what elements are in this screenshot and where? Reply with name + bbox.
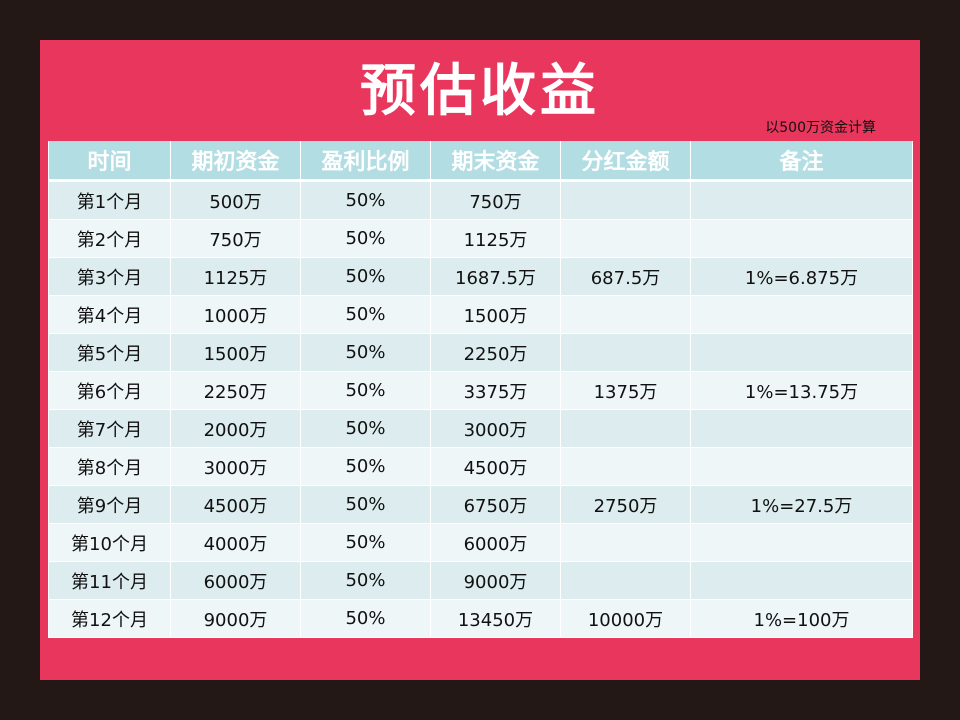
table-row: 第6个月 2250万 50% 3375万 1375万 1%=13.75万 bbox=[48, 371, 913, 410]
cell-time: 第7个月 bbox=[48, 409, 171, 448]
cell-profit-ratio: 50% bbox=[300, 257, 431, 296]
table-row: 第8个月 3000万 50% 4500万 bbox=[48, 447, 913, 486]
cell-opening-capital: 1125万 bbox=[170, 257, 301, 296]
cell-dividend bbox=[560, 295, 691, 334]
cell-opening-capital: 4500万 bbox=[170, 485, 301, 524]
table-row: 第11个月 6000万 50% 9000万 bbox=[48, 561, 913, 600]
cell-time: 第1个月 bbox=[48, 180, 171, 220]
table-header-row: 时间 期初资金 盈利比例 期末资金 分红金额 备注 bbox=[48, 141, 913, 182]
cell-opening-capital: 2250万 bbox=[170, 371, 301, 410]
cell-closing-capital: 2250万 bbox=[430, 333, 561, 372]
col-closing-capital-header: 期末资金 bbox=[430, 141, 561, 182]
cell-remarks: 1%=13.75万 bbox=[690, 371, 913, 410]
cell-profit-ratio: 50% bbox=[300, 523, 431, 562]
cell-closing-capital: 9000万 bbox=[430, 561, 561, 600]
cell-closing-capital: 3375万 bbox=[430, 371, 561, 410]
table-row: 第10个月 4000万 50% 6000万 bbox=[48, 523, 913, 562]
cell-opening-capital: 4000万 bbox=[170, 523, 301, 562]
cell-profit-ratio: 50% bbox=[300, 333, 431, 372]
cell-opening-capital: 1500万 bbox=[170, 333, 301, 372]
cell-remarks: 1%=27.5万 bbox=[690, 485, 913, 524]
cell-dividend: 10000万 bbox=[560, 599, 691, 638]
table-row: 第2个月 750万 50% 1125万 bbox=[48, 219, 913, 258]
cell-dividend bbox=[560, 447, 691, 486]
col-opening-capital-header: 期初资金 bbox=[170, 141, 301, 182]
col-dividend-header: 分红金额 bbox=[560, 141, 691, 182]
cell-profit-ratio: 50% bbox=[300, 409, 431, 448]
cell-profit-ratio: 50% bbox=[300, 447, 431, 486]
cell-dividend bbox=[560, 409, 691, 448]
cell-time: 第2个月 bbox=[48, 219, 171, 258]
cell-closing-capital: 4500万 bbox=[430, 447, 561, 486]
cell-time: 第6个月 bbox=[48, 371, 171, 410]
table-row: 第3个月 1125万 50% 1687.5万 687.5万 1%=6.875万 bbox=[48, 257, 913, 296]
cell-profit-ratio: 50% bbox=[300, 485, 431, 524]
cell-profit-ratio: 50% bbox=[300, 561, 431, 600]
cell-remarks bbox=[690, 409, 913, 448]
cell-closing-capital: 1500万 bbox=[430, 295, 561, 334]
page-title: 预估收益 bbox=[360, 59, 600, 124]
cell-time: 第8个月 bbox=[48, 447, 171, 486]
cell-time: 第5个月 bbox=[48, 333, 171, 372]
cell-time: 第4个月 bbox=[48, 295, 171, 334]
cell-time: 第11个月 bbox=[48, 561, 171, 600]
col-time-header: 时间 bbox=[48, 141, 171, 182]
table-row: 第12个月 9000万 50% 13450万 10000万 1%=100万 bbox=[48, 599, 913, 638]
cell-profit-ratio: 50% bbox=[300, 599, 431, 638]
table-body: 第1个月 500万 50% 750万 第2个月 750万 50% 1125万 第3个月 1125万… bbox=[48, 180, 913, 638]
cell-remarks bbox=[690, 295, 913, 334]
cell-dividend bbox=[560, 180, 691, 220]
cell-time: 第10个月 bbox=[48, 523, 171, 562]
cell-remarks bbox=[690, 523, 913, 562]
cell-closing-capital: 6750万 bbox=[430, 485, 561, 524]
cell-opening-capital: 3000万 bbox=[170, 447, 301, 486]
cell-closing-capital: 3000万 bbox=[430, 409, 561, 448]
cell-closing-capital: 1125万 bbox=[430, 219, 561, 258]
cell-dividend: 1375万 bbox=[560, 371, 691, 410]
cell-closing-capital: 13450万 bbox=[430, 599, 561, 638]
cell-dividend bbox=[560, 219, 691, 258]
cell-profit-ratio: 50% bbox=[300, 180, 431, 220]
cell-remarks bbox=[690, 180, 913, 220]
cell-closing-capital: 1687.5万 bbox=[430, 257, 561, 296]
cell-opening-capital: 750万 bbox=[170, 219, 301, 258]
table-row: 第4个月 1000万 50% 1500万 bbox=[48, 295, 913, 334]
table-row: 第5个月 1500万 50% 2250万 bbox=[48, 333, 913, 372]
cell-opening-capital: 6000万 bbox=[170, 561, 301, 600]
cell-dividend bbox=[560, 333, 691, 372]
cell-dividend bbox=[560, 561, 691, 600]
cell-remarks bbox=[690, 561, 913, 600]
table-row: 第1个月 500万 50% 750万 bbox=[48, 180, 913, 220]
cell-closing-capital: 6000万 bbox=[430, 523, 561, 562]
cell-opening-capital: 9000万 bbox=[170, 599, 301, 638]
cell-remarks: 1%=6.875万 bbox=[690, 257, 913, 296]
cell-profit-ratio: 50% bbox=[300, 295, 431, 334]
cell-closing-capital: 750万 bbox=[430, 180, 561, 220]
table-row: 第9个月 4500万 50% 6750万 2750万 1%=27.5万 bbox=[48, 485, 913, 524]
cell-remarks bbox=[690, 447, 913, 486]
slide-panel: 预估收益 以500万资金计算 时间 期初资金 盈利比例 期末资金 分红金额 备注 第1个月… bbox=[40, 40, 920, 680]
cell-opening-capital: 2000万 bbox=[170, 409, 301, 448]
calculation-note: 以500万资金计算 bbox=[765, 120, 876, 136]
cell-time: 第9个月 bbox=[48, 485, 171, 524]
cell-dividend bbox=[560, 523, 691, 562]
cell-time: 第12个月 bbox=[48, 599, 171, 638]
cell-opening-capital: 1000万 bbox=[170, 295, 301, 334]
cell-remarks bbox=[690, 219, 913, 258]
cell-dividend: 687.5万 bbox=[560, 257, 691, 296]
cell-opening-capital: 500万 bbox=[170, 180, 301, 220]
col-profit-ratio-header: 盈利比例 bbox=[300, 141, 431, 182]
cell-time: 第3个月 bbox=[48, 257, 171, 296]
table-row: 第7个月 2000万 50% 3000万 bbox=[48, 409, 913, 448]
cell-remarks: 1%=100万 bbox=[690, 599, 913, 638]
cell-profit-ratio: 50% bbox=[300, 371, 431, 410]
cell-dividend: 2750万 bbox=[560, 485, 691, 524]
earnings-table: 时间 期初资金 盈利比例 期末资金 分红金额 备注 第1个月 500万 50% 750万 第2个月… bbox=[48, 141, 913, 638]
col-remarks-header: 备注 bbox=[690, 141, 913, 182]
cell-profit-ratio: 50% bbox=[300, 219, 431, 258]
cell-remarks bbox=[690, 333, 913, 372]
